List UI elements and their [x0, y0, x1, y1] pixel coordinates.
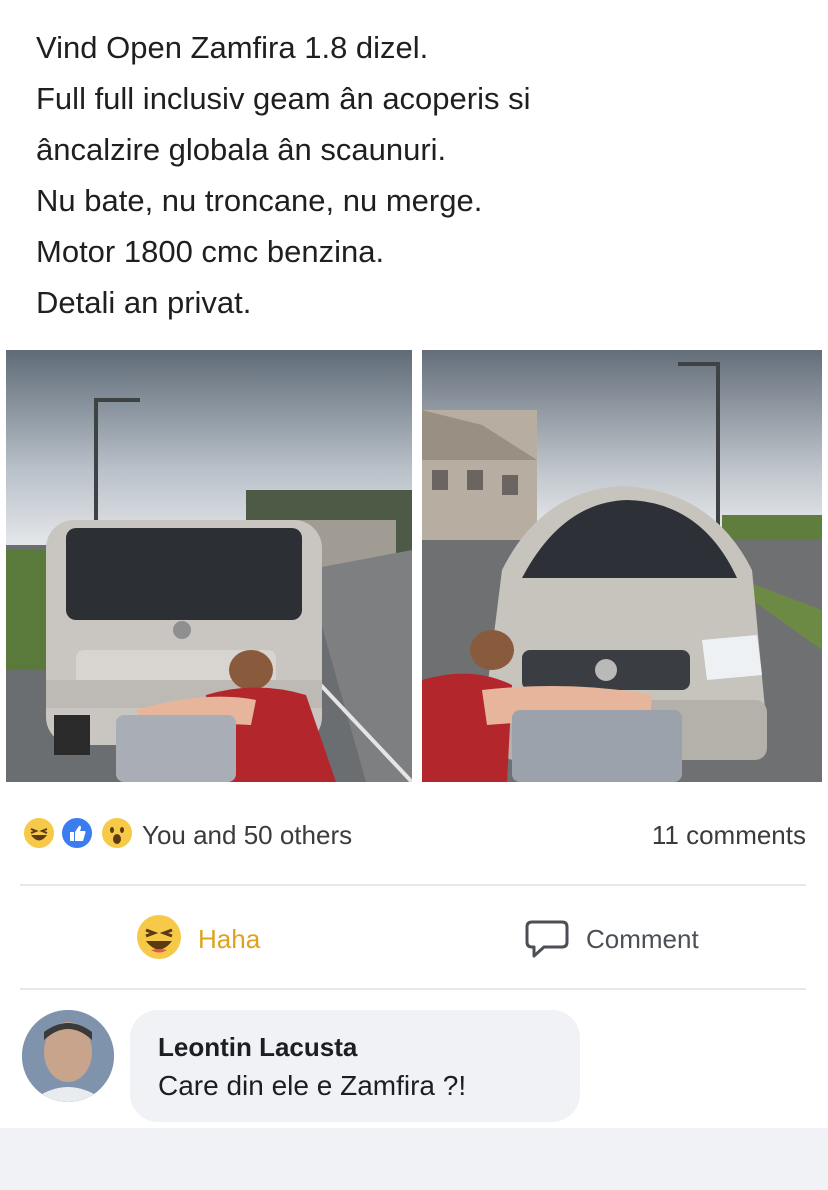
comment: Leontin Lacusta Care din ele e Zamfira ?…: [0, 1000, 828, 1130]
comment-author[interactable]: Leontin Lacusta: [158, 1032, 357, 1063]
car-front-photo[interactable]: [422, 350, 822, 782]
like-icon: [60, 816, 94, 850]
post-photos: [6, 350, 822, 782]
post-line: âncalzire globala ân scaunuri.: [36, 132, 447, 167]
divider: [20, 884, 806, 886]
avatar[interactable]: [22, 1010, 114, 1102]
reactions-bar[interactable]: You and 50 others 11 comments: [22, 812, 806, 858]
car-rear-photo[interactable]: [6, 350, 412, 782]
reaction-icons: [22, 816, 140, 852]
haha-label: Haha: [198, 924, 261, 954]
reactions-summary[interactable]: You and 50 others: [142, 820, 352, 851]
post-line: Motor 1800 cmc benzina.: [36, 234, 385, 269]
divider: [20, 988, 806, 990]
post-text: Vind Open Zamfira 1.8 dizel. Full full i…: [36, 22, 796, 328]
comment-text: Care din ele e Zamfira ?!: [158, 1070, 467, 1101]
comment-label: Comment: [586, 924, 699, 954]
post-line: Nu bate, nu troncane, nu merge.: [36, 183, 483, 218]
post-line: Detali an privat.: [36, 285, 252, 320]
post-line: Full full inclusiv geam ân acoperis si: [36, 81, 531, 116]
comments-count[interactable]: 11 comments: [652, 820, 806, 851]
post-line: Vind Open Zamfira 1.8 dizel.: [36, 30, 429, 65]
comment-icon: [525, 920, 569, 958]
haha-icon: [137, 915, 181, 959]
comment-bubble: Leontin Lacusta Care din ele e Zamfira ?…: [130, 1010, 580, 1122]
haha-icon: [22, 816, 56, 850]
wow-icon: [100, 816, 134, 850]
bottom-strip: [0, 1128, 828, 1190]
